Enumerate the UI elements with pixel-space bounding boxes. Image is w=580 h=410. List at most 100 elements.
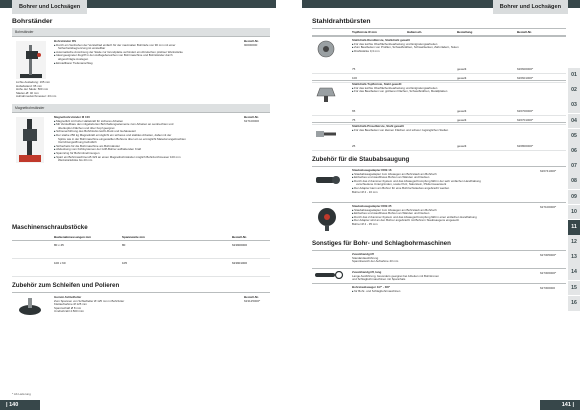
chapter-tab-08[interactable]: 08	[568, 174, 580, 190]
artno-value: 627100000	[244, 119, 260, 123]
other-details: Zusatzhandgriff, lang Lange Ausführung, …	[352, 271, 532, 282]
cell: 100 x 60	[54, 261, 66, 265]
right-page: Stahldrahtbürsten Topfbürste Ø mm Halten…	[312, 14, 566, 400]
artno-block: Bestell-Nr. 623125000*	[244, 295, 270, 303]
brush-rows: 25 gewellt 626800000*	[312, 142, 566, 151]
product-schleifteller: Gummi-Schleifteller Zum Spannen von Schl…	[12, 292, 270, 320]
chapter-tab-06[interactable]: 06	[568, 143, 580, 159]
product-details-schleifteller: Gummi-Schleifteller Zum Spannen von Schl…	[54, 296, 214, 314]
adapter-details: Staubabsaugadapter DDE 35 Staubabsaugada…	[352, 205, 532, 227]
feature-line: und Schlagbohrmaschinen mit Spannhals	[352, 278, 406, 282]
chapter-tab-14[interactable]: 14	[568, 265, 580, 281]
cell: gewellt	[457, 144, 467, 148]
chapter-tab-16[interactable]: 16	[568, 295, 580, 311]
cell: gewellt	[457, 67, 467, 71]
brush-rund: Stahldraht-Rundbürste, Stahldraht gewell…	[312, 36, 566, 83]
handle-image	[314, 270, 344, 280]
chapter-tab-10[interactable]: 10	[568, 204, 580, 220]
cell: gewellt	[457, 109, 467, 113]
left-page: Bohrständer Bohrständer Bohrständer RS D…	[12, 14, 270, 400]
chapter-tab-13[interactable]: 13	[568, 250, 580, 266]
cell: 65	[352, 109, 356, 113]
table-header: Backenabmessungen mm Spannweite mm Beste…	[12, 234, 270, 241]
chapter-tab-07[interactable]: 07	[568, 159, 580, 174]
artno-value: 627100000*	[540, 205, 557, 209]
artno-block: 627305000*	[540, 253, 566, 257]
cell: 80 x 45	[54, 243, 64, 247]
section-title-bohrstaender: Bohrständer	[12, 18, 53, 25]
product-details-bohrstaender: Bohrständer RS Durch ein Verdrehen der V…	[54, 40, 239, 65]
other-details: Bohrstaubsauger 1/2" - 3/8" für Bohr- un…	[352, 286, 532, 293]
adapter-details: Staubabsaugadapter DDE 16 Staubabsaugada…	[352, 169, 532, 194]
cell: 623901000	[232, 261, 248, 265]
spec-list: Lichte Ausladung: 165 mm Hubabstand: 65 …	[16, 81, 96, 99]
th: Bestellung	[457, 30, 473, 34]
other-details: Zusatzhandgriff Standardausführung Spann…	[352, 253, 532, 264]
product-details-magnet: Magnetbohrständer M 100 Magnetfuß mit ho…	[54, 116, 239, 163]
cell: 75	[352, 67, 356, 71]
feature-line: Bohrer Ø 4 - 35 mm	[352, 222, 378, 226]
section-title-stahldraht: Stahldrahtbürsten	[312, 18, 371, 25]
chapter-tab-03[interactable]: 03	[568, 98, 580, 114]
feature-line: Spannbereich der Aufnahme 43 mm	[352, 260, 399, 264]
product-magnet: Magnetbohrständer M 100 Magnetfuß mit ho…	[12, 112, 270, 220]
artno-value: 627300000	[540, 286, 556, 290]
feature-line: Drahtstärke 0,3 mm	[352, 50, 552, 54]
brush-details: Stahldraht-Rundbürste, Stahldraht gewell…	[352, 39, 552, 53]
table-row: 80 x 45 80 623900000	[12, 241, 270, 259]
cell: 25	[352, 144, 356, 148]
artno-block: 627300000	[540, 286, 566, 290]
artno-value: 626741000*	[540, 169, 557, 173]
chapter-tab-12[interactable]: 12	[568, 235, 580, 250]
chapter-tab-01[interactable]: 01	[568, 68, 580, 83]
dust-adapter-image	[314, 171, 342, 189]
brush-details: Stahldraht-Pinselbürste, Stahl gewellt F…	[352, 125, 552, 132]
artno-block: 627100000*	[540, 205, 566, 209]
dust-adapter-35: Staubabsaugadapter DDE 35 Staubabsaugada…	[312, 202, 566, 236]
section-title-staub: Zubehör für die Staubabsaugung	[312, 156, 410, 163]
header-tab-right: Bohrer und Lochsägen	[492, 0, 568, 14]
table-row: 65 gewellt 626700000*	[312, 107, 566, 116]
chapter-tab-05[interactable]: 05	[568, 128, 580, 144]
artno-block: Bestell-Nr. 627100000	[244, 115, 270, 123]
page-number-right: 141 |	[540, 400, 580, 410]
feature-line: Bohrer Ø 4 - 16 mm	[352, 190, 378, 194]
th: Bestell-Nr.	[517, 30, 532, 34]
feature-line: Einstellbarer Tiefenanschlag	[54, 62, 239, 66]
chapter-tabs: 01 02 03 04 05 06 07 08 09 10 11 12 13 1…	[568, 68, 580, 311]
other-grip: Zusatzhandgriff Standardausführung Spann…	[312, 250, 566, 268]
chapter-tab-09[interactable]: 09	[568, 189, 580, 205]
cell: 626800000*	[517, 144, 534, 148]
page-number-value: 141	[561, 402, 571, 408]
end-brush-image	[314, 126, 338, 142]
cell: 105	[122, 261, 128, 265]
section-title-schleifen: Zubehör zum Schleifen und Polieren	[12, 282, 120, 289]
product-bohrstaender: Bohrständer RS Durch ein Verdrehen der V…	[12, 36, 270, 102]
brush-pinsel: Stahldraht-Pinselbürste, Stahl gewellt F…	[312, 122, 566, 152]
chapter-tab-04[interactable]: 04	[568, 113, 580, 129]
page-number-left: | 140	[0, 400, 40, 410]
section-bar-bohrstaender: Bohrständer	[12, 28, 270, 36]
th: Topfbürste Ø mm	[352, 30, 377, 34]
header-tab-left: Bohrer und Lochsägen	[12, 0, 88, 14]
feature-line: Für das Bearbeiten von größeren Flächen,…	[352, 90, 552, 94]
cell: 80	[122, 243, 126, 247]
table-row: 75 gewellt 626600000*	[312, 65, 566, 74]
spec-line: Aufnahmedurchmesser: 43 mm	[16, 95, 57, 99]
chapter-tab-02[interactable]: 02	[568, 83, 580, 98]
th-spannweite: Spannweite mm	[122, 235, 145, 239]
artno-block: 627306000*	[540, 271, 566, 275]
brush-details: Stahldraht-Topfbürste, Stahl gewellt Für…	[352, 83, 552, 94]
chapter-tab-15[interactable]: 15	[568, 280, 580, 296]
footnote: * Ab Lieferung	[12, 392, 31, 396]
sanding-pad-image	[18, 296, 42, 318]
feature-line: Für das Bearbeiten von kleinen Flächen u…	[352, 129, 552, 133]
other-adapter: Bohrstaubsauger 1/2" - 3/8" für Bohr- un…	[312, 283, 566, 295]
section-title-sonstiges: Sonstiges für Bohr- und Schlagbohrmaschi…	[312, 240, 451, 247]
artno-value: 627305000*	[540, 253, 557, 257]
chapter-tab-11[interactable]: 11	[568, 219, 580, 235]
page-number-value: 140	[9, 402, 19, 408]
dust-adapter-16: Staubabsaugadapter DDE 16 Staubabsaugada…	[312, 166, 566, 202]
wire-wheel-image	[314, 40, 338, 58]
artno-value: 623125000*	[244, 299, 261, 303]
